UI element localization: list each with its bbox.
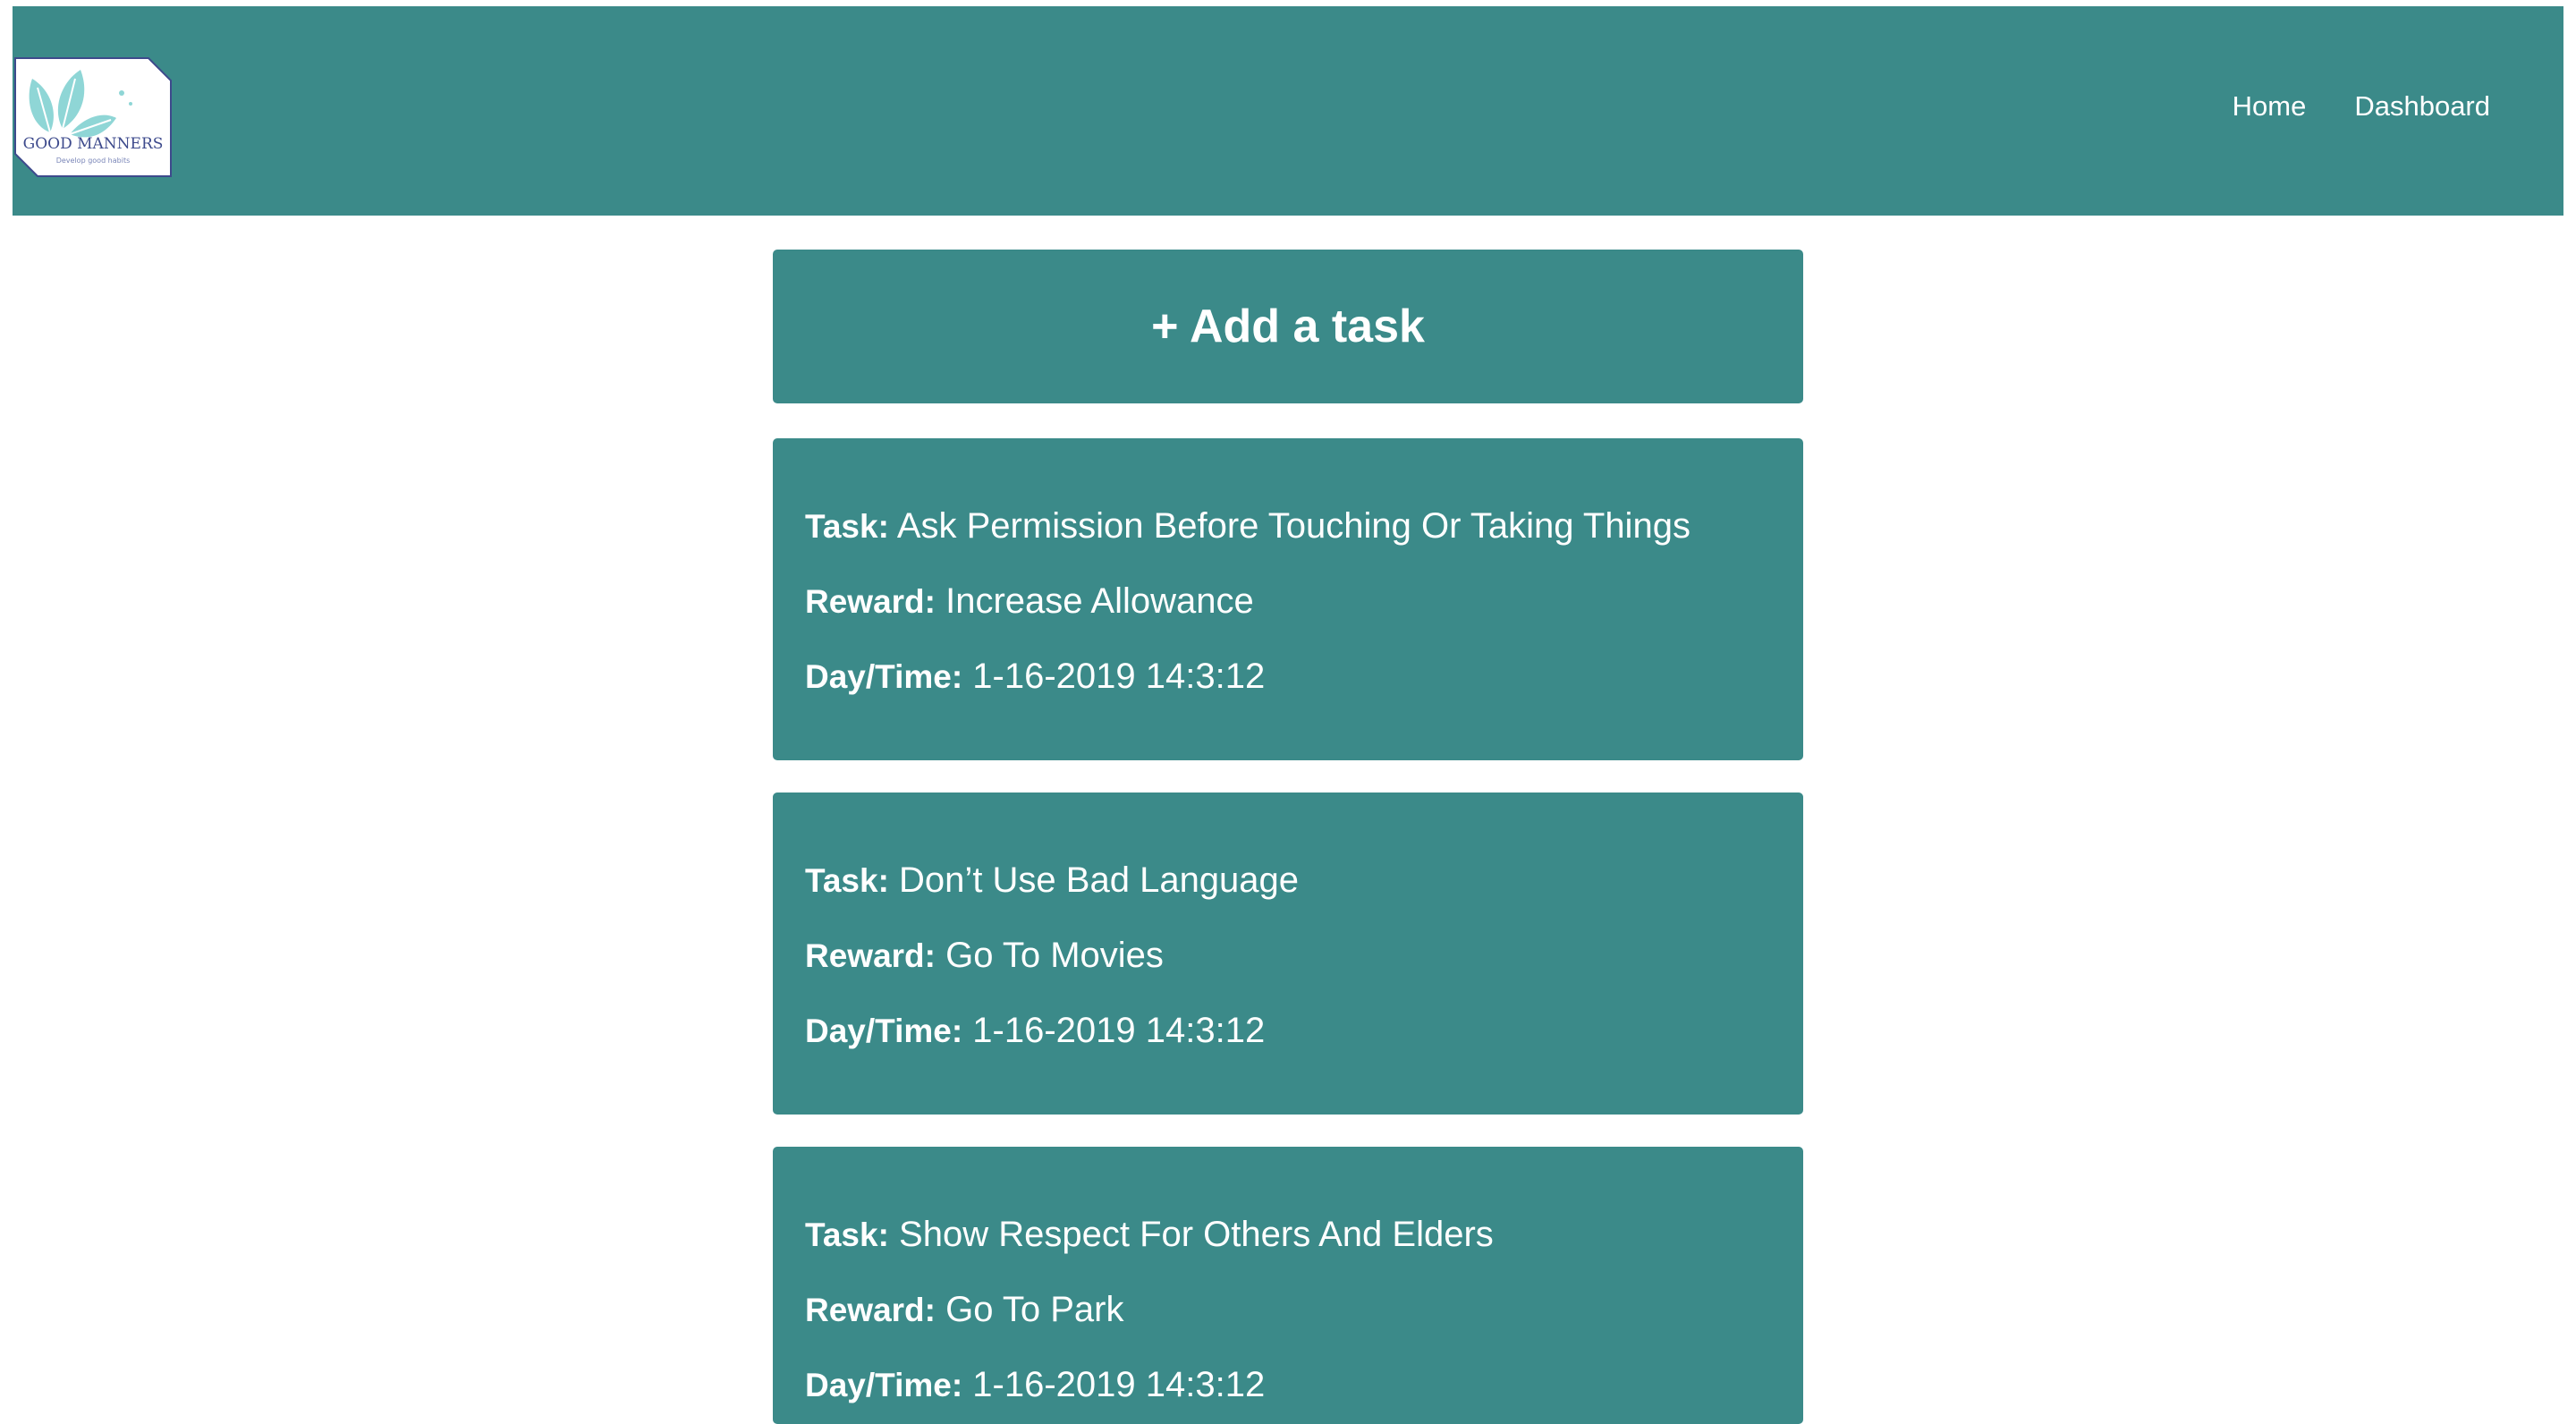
- task-row: Task: Don’t Use Bad Language: [805, 862, 1299, 898]
- top-navbar: GOOD MANNERS Develop good habits Home Da…: [13, 6, 2563, 216]
- daytime-row: Day/Time: 1-16-2019 14:3:12: [805, 658, 1265, 694]
- daytime-value: 1-16-2019 14:3:12: [972, 1011, 1266, 1050]
- logo-title: GOOD MANNERS: [23, 135, 164, 153]
- reward-label: Reward:: [805, 1292, 936, 1328]
- reward-value: Increase Allowance: [945, 581, 1254, 621]
- task-value: Ask Permission Before Touching Or Taking…: [896, 506, 1690, 546]
- reward-label: Reward:: [805, 583, 936, 620]
- daytime-value: 1-16-2019 14:3:12: [972, 1365, 1266, 1404]
- daytime-label: Day/Time:: [805, 1367, 963, 1403]
- task-card: Task: Show Respect For Others And Elders…: [773, 1147, 1803, 1424]
- reward-label: Reward:: [805, 937, 936, 974]
- nav-links: Home Dashboard: [2233, 92, 2490, 120]
- logo-graphic: GOOD MANNERS Develop good habits: [14, 57, 172, 177]
- reward-value: Go To Movies: [945, 936, 1164, 975]
- task-card: Task: Ask Permission Before Touching Or …: [773, 438, 1803, 760]
- task-card: Task: Don’t Use Bad Language Reward: Go …: [773, 793, 1803, 1115]
- good-manners-logo[interactable]: GOOD MANNERS Develop good habits: [14, 57, 172, 177]
- reward-row: Reward: Go To Movies: [805, 937, 1164, 973]
- reward-row: Reward: Go To Park: [805, 1292, 1123, 1327]
- nav-dashboard-link[interactable]: Dashboard: [2354, 92, 2490, 120]
- daytime-value: 1-16-2019 14:3:12: [972, 657, 1266, 696]
- daytime-label: Day/Time:: [805, 1013, 963, 1049]
- task-label: Task:: [805, 1216, 889, 1253]
- daytime-label: Day/Time:: [805, 658, 963, 695]
- add-task-button[interactable]: + Add a task: [773, 250, 1803, 403]
- daytime-row: Day/Time: 1-16-2019 14:3:12: [805, 1367, 1265, 1403]
- task-value: Show Respect For Others And Elders: [899, 1215, 1494, 1254]
- task-value: Don’t Use Bad Language: [899, 860, 1300, 900]
- logo-tagline: Develop good habits: [56, 157, 131, 165]
- reward-row: Reward: Increase Allowance: [805, 583, 1254, 619]
- nav-home-link[interactable]: Home: [2233, 92, 2307, 120]
- task-row: Task: Show Respect For Others And Elders: [805, 1216, 1494, 1252]
- reward-value: Go To Park: [945, 1290, 1124, 1329]
- task-label: Task:: [805, 862, 889, 899]
- daytime-row: Day/Time: 1-16-2019 14:3:12: [805, 1013, 1265, 1048]
- task-label: Task:: [805, 508, 889, 545]
- task-row: Task: Ask Permission Before Touching Or …: [805, 508, 1690, 544]
